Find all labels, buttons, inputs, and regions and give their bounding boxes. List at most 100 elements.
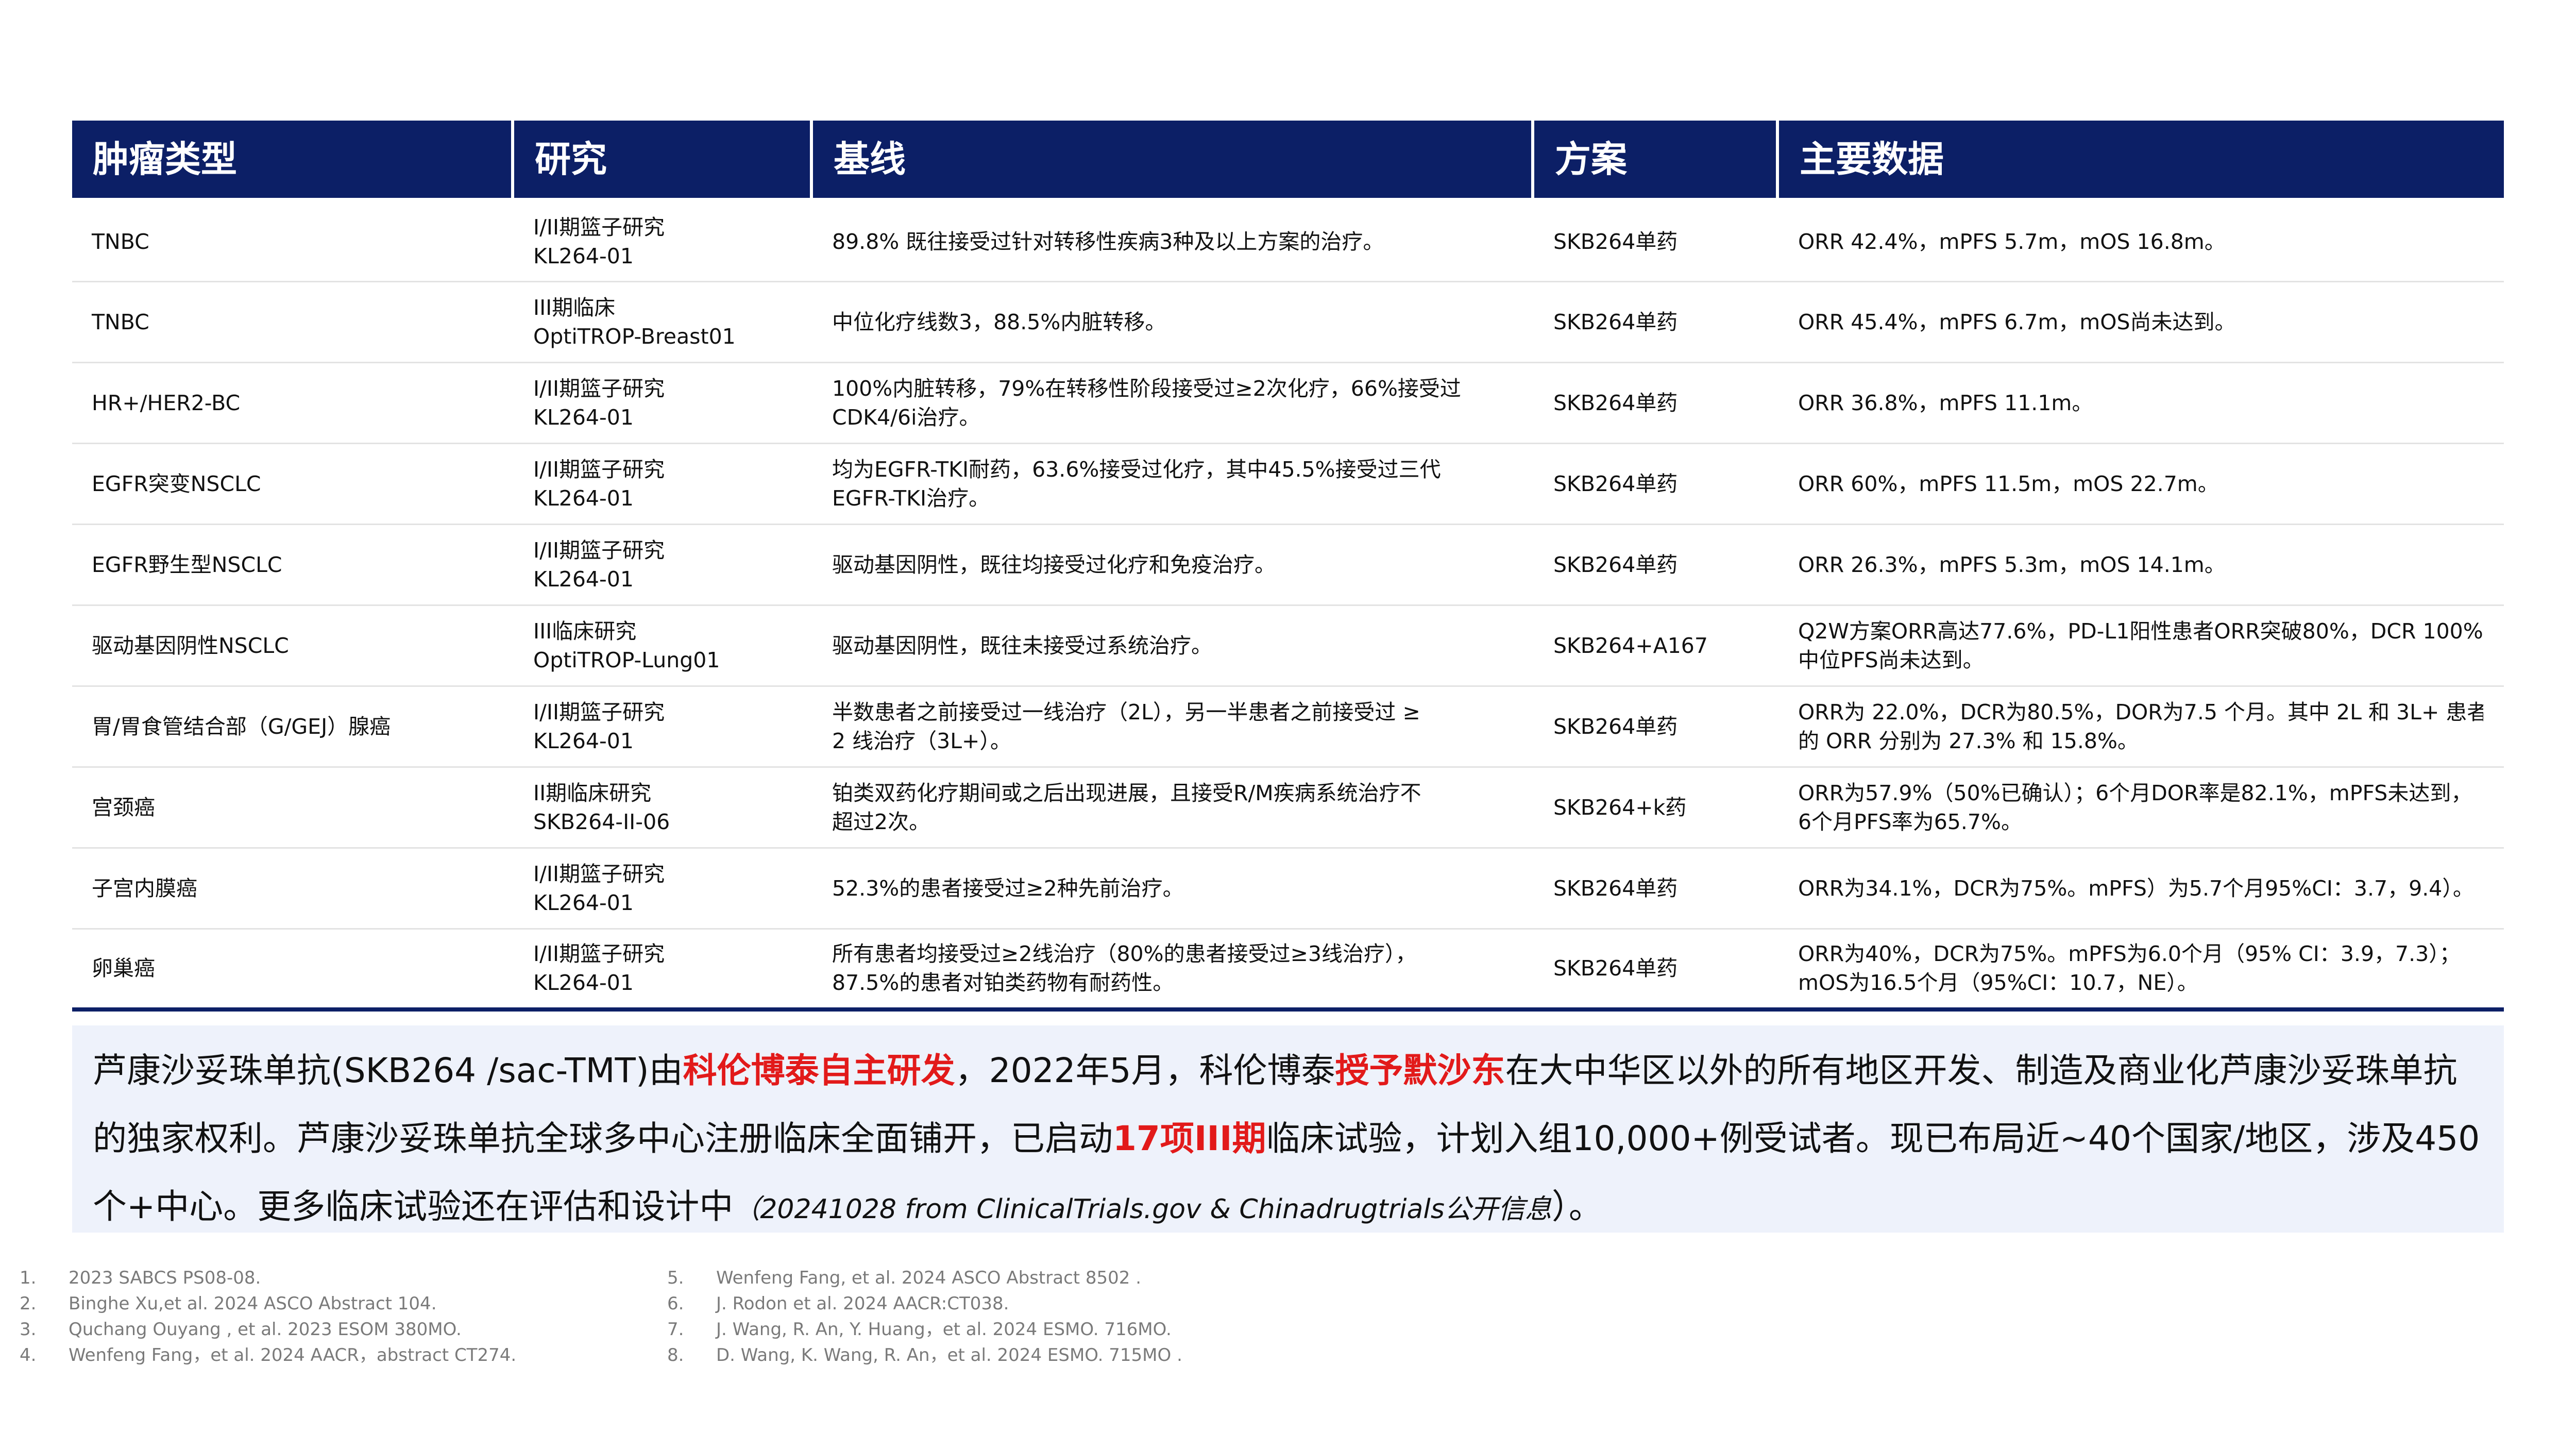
main-data-cell: ORR 60%，mPFS 11.5m，mOS 22.7m。 [1777,443,2504,525]
regimen-cell: SKB264单药 [1533,362,1777,444]
tumor-type-cell: HR+/HER2-BC [72,362,513,444]
study-phase: I/II期篮子研究 [533,941,665,967]
baseline-line: 驱动基因阴性，既往未接受过系统治疗。 [832,633,1212,658]
study-cell: III临床研究 OptiTROP-Lung01 [513,605,811,687]
regimen-text: SKB264+k药 [1553,795,1687,820]
references-right: 5. Wenfeng Fang, et al. 2024 ASCO Abstrac… [667,1265,1182,1368]
main-data-cell: ORR为40%，DCR为75%。mPFS为6.0个月（95% CI：3.9，7.… [1777,929,2504,1012]
baseline-cell: 52.3%的患者接受过≥2种先前治疗。 [811,848,1533,930]
main-data-cell: ORR 36.8%，mPFS 11.1m。 [1777,362,2504,444]
tumor-type-text: 胃/胃食管结合部（G/GEJ）腺癌 [92,714,391,739]
regimen-text: SKB264+A167 [1553,633,1708,658]
reference-number: 2. [20,1293,37,1314]
summary-source: 20241028 from ClinicalTrials.gov & China… [760,1194,1552,1225]
table-row: 卵巢癌 I/II期篮子研究 KL264-01 所有患者均接受过≥2线治疗（80%的患者… [72,929,2504,1012]
references-left: 1. 2023 SABCS PS08-08. 2. Binghe Xu,et al.… [20,1265,516,1368]
tumor-type-text: TNBC [92,309,149,334]
study-phase: III临床研究 [533,618,637,644]
tumor-type-cell: 胃/胃食管结合部（G/GEJ）腺癌 [72,686,513,768]
baseline-line: 100%内脏转移，79%在转移性阶段接受过≥2次化疗，66%接受过 [832,376,1461,401]
reference-item: 5. Wenfeng Fang, et al. 2024 ASCO Abstrac… [667,1265,1182,1291]
baseline-cell: 驱动基因阴性，既往未接受过系统治疗。 [811,605,1533,687]
main-data-line: ORR为 22.0%，DCR为80.5%，DOR为7.5 个月。其中 2L 和 … [1798,699,2483,724]
regimen-cell: SKB264单药 [1533,929,1777,1012]
main-data-line: ORR 60%，mPFS 11.5m，mOS 22.7m。 [1798,471,2219,496]
baseline-cell: 铂类双药化疗期间或之后出现进展，且接受R/M疾病系统治疗不 超过2次。 [811,767,1533,849]
tumor-type-cell: 驱动基因阴性NSCLC [72,605,513,687]
reference-text: Wenfeng Fang, et al. 2024 ASCO Abstract … [716,1268,1142,1288]
reference-text: J. Rodon et al. 2024 AACR:CT038. [716,1293,1009,1314]
reference-text: J. Wang, R. An, Y. Huang，et al. 2024 ESM… [716,1319,1172,1340]
main-data-cell: ORR为34.1%，DCR为75%。mPFS）为5.7个月95%CI：3.7，9… [1777,848,2504,930]
reference-number: 5. [667,1268,684,1288]
baseline-line: 87.5%的患者对铂类药物有耐药性。 [832,970,1174,996]
baseline-cell: 89.8% 既往接受过针对转移性疾病3种及以上方案的治疗。 [811,200,1533,282]
main-data-line: ORR 45.4%，mPFS 6.7m，mOS尚未达到。 [1798,309,2236,334]
reference-text: D. Wang, K. Wang, R. An，et al. 2024 ESMO… [716,1345,1182,1366]
regimen-text: SKB264单药 [1553,714,1678,739]
baseline-line: EGFR-TKI治疗。 [832,485,990,511]
baseline-line: 89.8% 既往接受过针对转移性疾病3种及以上方案的治疗。 [832,229,1384,255]
study-phase: I/II期篮子研究 [533,215,665,240]
header-regimen: 方案 [1531,121,1777,200]
study-cell: I/II期篮子研究 KL264-01 [513,200,811,282]
summary-source-close: ）。 [1551,1187,1603,1226]
regimen-cell: SKB264单药 [1533,200,1777,282]
study-phase: I/II期篮子研究 [533,861,665,886]
baseline-line: 铂类双药化疗期间或之后出现进展，且接受R/M疾病系统治疗不 [832,780,1421,805]
regimen-cell: SKB264单药 [1533,848,1777,930]
reference-number: 3. [20,1319,37,1340]
tumor-type-text: HR+/HER2-BC [92,390,241,415]
tumor-type-cell: EGFR野生型NSCLC [72,524,513,606]
summary-highlight: 科伦博泰自主研发 [683,1051,955,1090]
main-data-cell: ORR 45.4%，mPFS 6.7m，mOS尚未达到。 [1777,281,2504,363]
baseline-cell: 驱动基因阴性，既往均接受过化疗和免疫治疗。 [811,524,1533,606]
table-row: EGFR野生型NSCLC I/II期篮子研究 KL264-01 驱动基因阴性，既往均接… [72,524,2504,606]
baseline-line: 均为EGFR-TKI耐药，63.6%接受过化疗，其中45.5%接受过三代 [832,457,1441,482]
study-id: KL264-01 [533,244,634,269]
regimen-text: SKB264单药 [1553,390,1678,415]
tumor-type-text: 驱动基因阴性NSCLC [92,633,289,658]
tumor-type-text: 宫颈癌 [92,795,155,820]
study-id: KL264-01 [533,970,634,996]
reference-number: 6. [667,1293,684,1314]
tumor-type-cell: TNBC [72,281,513,363]
study-phase: II期临床研究 [533,780,652,805]
reference-item: 3. Quchang Ouyang , et al. 2023 ESOM 380M… [20,1317,516,1342]
summary-highlight: 17项III期 [1113,1119,1266,1158]
header-main-data: 主要数据 [1776,121,2504,200]
baseline-line: 2 线治疗（3L+）。 [832,728,1011,753]
regimen-text: SKB264单药 [1553,956,1678,981]
study-cell: I/II期篮子研究 KL264-01 [513,929,811,1012]
reference-number: 8. [667,1345,684,1366]
main-data-line: ORR为40%，DCR为75%。mPFS为6.0个月（95% CI：3.9，7.… [1798,941,2461,967]
summary-text: ，2022年5月，科伦博泰 [955,1051,1335,1090]
regimen-text: SKB264单药 [1553,309,1678,334]
regimen-text: SKB264单药 [1553,471,1678,496]
table-row: 宫颈癌 II期临床研究 SKB264-II-06 铂类双药化疗期间或之后出现进展，且接… [72,767,2504,849]
study-cell: I/II期篮子研究 KL264-01 [513,848,811,930]
reference-item: 2. Binghe Xu,et al. 2024 ASCO Abstract 10… [20,1291,516,1317]
tumor-type-text: 卵巢癌 [92,956,155,981]
study-phase: I/II期篮子研究 [533,699,665,724]
baseline-cell: 100%内脏转移，79%在转移性阶段接受过≥2次化疗，66%接受过 CDK4/6i… [811,362,1533,444]
table-row: EGFR突变NSCLC I/II期篮子研究 KL264-01 均为EGFR-TKI耐药… [72,443,2504,525]
table-row: 胃/胃食管结合部（G/GEJ）腺癌 I/II期篮子研究 KL264-01 半数患者之前… [72,686,2504,768]
main-data-cell: ORR 26.3%，mPFS 5.3m，mOS 14.1m。 [1777,524,2504,606]
reference-number: 4. [20,1345,37,1366]
table-row: 子宫内膜癌 I/II期篮子研究 KL264-01 52.3%的患者接受过≥2种先前治疗… [72,848,2504,930]
baseline-cell: 半数患者之前接受过一线治疗（2L），另一半患者之前接受过 ≥ 2 线治疗（3L+）… [811,686,1533,768]
table-row: TNBC I/II期篮子研究 KL264-01 89.8% 既往接受过针对转移性疾病3… [72,200,2504,282]
tumor-type-cell: EGFR突变NSCLC [72,443,513,525]
baseline-line: 驱动基因阴性，既往均接受过化疗和免疫治疗。 [832,552,1276,577]
regimen-cell: SKB264单药 [1533,443,1777,525]
study-id: KL264-01 [533,728,634,753]
reference-item: 7. J. Wang, R. An, Y. Huang，et al. 2024 E… [667,1317,1182,1342]
tumor-type-cell: 宫颈癌 [72,767,513,849]
reference-item: 8. D. Wang, K. Wang, R. An，et al. 2024 ES… [667,1342,1182,1368]
main-data-cell: ORR为 22.0%，DCR为80.5%，DOR为7.5 个月。其中 2L 和 … [1777,686,2504,768]
baseline-cell: 中位化疗线数3，88.5%内脏转移。 [811,281,1533,363]
baseline-line: CDK4/6i治疗。 [832,405,980,430]
reference-text: Binghe Xu,et al. 2024 ASCO Abstract 104. [69,1293,437,1314]
table-header-row: 肿瘤类型 研究 基线 方案 主要数据 [72,121,2504,200]
